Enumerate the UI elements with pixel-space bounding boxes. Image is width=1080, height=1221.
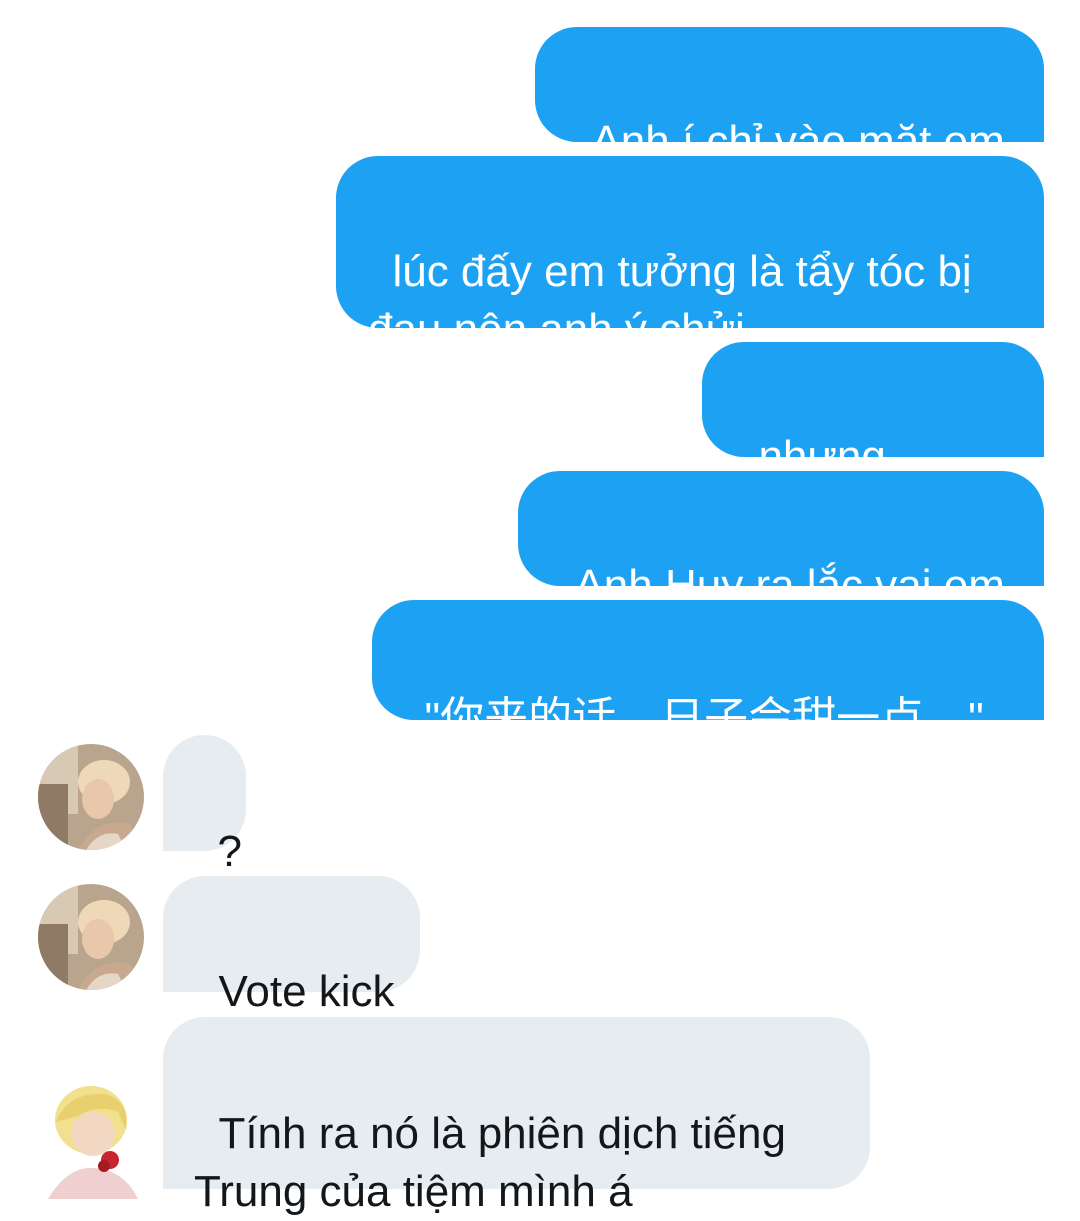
outgoing-message-bubble[interactable]: "你来的话，日子会甜一点。" — [372, 600, 1044, 743]
incoming-message-bubble[interactable]: Tính ra nó là phiên dịch tiếng Trung của… — [163, 1017, 870, 1216]
message-text: "你来的话，日子会甜一点。" — [424, 694, 984, 743]
user-avatar[interactable] — [38, 884, 144, 990]
user-avatar[interactable] — [38, 1082, 144, 1199]
message-text: Tính ra nó là phiên dịch tiếng Trung của… — [194, 1109, 786, 1216]
incoming-message-bubble[interactable]: ? — [163, 735, 246, 876]
outgoing-message-bubble[interactable]: Anh Huy ra lắc vai em — [518, 471, 1044, 610]
message-text: ? — [217, 827, 242, 876]
outgoing-message-bubble[interactable]: lúc đấy em tưởng là tẩy tóc bị đau nên a… — [336, 156, 1044, 354]
profile-photo-icon — [38, 1082, 144, 1199]
profile-photo-icon — [38, 884, 144, 990]
message-text: Vote kick — [218, 967, 395, 1016]
incoming-message-bubble[interactable]: Vote kick — [163, 876, 420, 1016]
outgoing-message-bubble[interactable]: Anh í chỉ vào mặt em — [535, 27, 1044, 166]
message-text: lúc đấy em tưởng là tẩy tóc bị đau nên a… — [368, 247, 972, 354]
outgoing-message-bubble[interactable]: nhưng không — [702, 342, 1044, 539]
profile-photo-icon — [38, 744, 144, 850]
user-avatar[interactable] — [38, 744, 144, 850]
